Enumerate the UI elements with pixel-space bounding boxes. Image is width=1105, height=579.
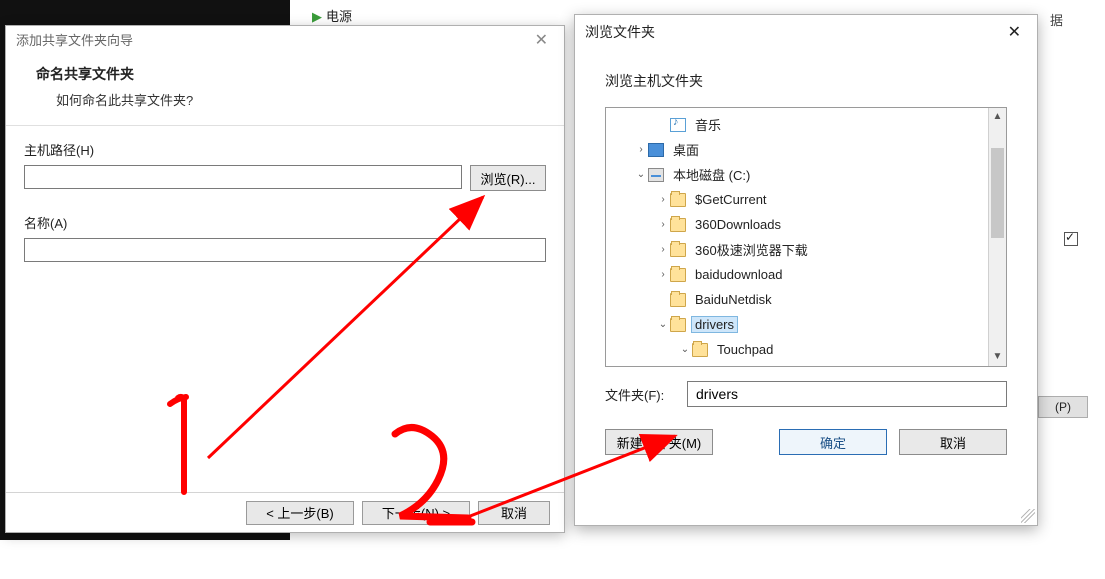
chevron-right-icon[interactable]: › bbox=[656, 269, 670, 280]
disk-icon bbox=[648, 168, 664, 182]
wizard-close-button[interactable]: ✕ bbox=[529, 26, 554, 56]
browse-button-row: 新建文件夹(M) 确定 取消 bbox=[575, 417, 1037, 455]
scroll-down-arrow-icon[interactable]: ▼ bbox=[989, 348, 1006, 366]
background-text-fragment: 据 bbox=[1050, 10, 1063, 29]
browse-subtitle: 浏览主机文件夹 bbox=[575, 49, 1037, 107]
wizard-footer: < 上一步(B) 下一步(N) > 取消 bbox=[6, 492, 564, 532]
host-path-input[interactable] bbox=[24, 165, 462, 189]
chevron-down-icon[interactable]: ⌄ bbox=[656, 319, 670, 330]
browse-button[interactable]: 浏览(R)... bbox=[470, 165, 546, 191]
folder-tree[interactable]: 音乐 › 桌面 ⌄ 本地磁盘 (C:) › $GetCurrent › 360Downloads… bbox=[606, 108, 988, 366]
tree-node--[interactable]: › 桌面 bbox=[606, 137, 988, 162]
chevron-right-icon[interactable]: › bbox=[634, 144, 648, 155]
obscured-checkbox[interactable] bbox=[1064, 232, 1078, 246]
tree-node-label: 360Downloads bbox=[691, 217, 785, 232]
tree-node-baidunetdisk[interactable]: BaiduNetdisk bbox=[606, 287, 988, 312]
folder-field-label: 文件夹(F): bbox=[605, 385, 677, 404]
browse-titlebar: 浏览文件夹 ✕ bbox=[575, 15, 1037, 49]
browse-cancel-button[interactable]: 取消 bbox=[899, 429, 1007, 455]
background-power-item: ▶ 电源 bbox=[312, 6, 352, 25]
tree-node-label: $GetCurrent bbox=[691, 192, 771, 207]
wizard-header: 命名共享文件夹 如何命名此共享文件夹? bbox=[6, 56, 564, 126]
scroll-thumb[interactable] bbox=[991, 148, 1004, 238]
wizard-window-title: 添加共享文件夹向导 bbox=[16, 26, 133, 56]
folder-tree-container: 音乐 › 桌面 ⌄ 本地磁盘 (C:) › $GetCurrent › 360Downloads… bbox=[605, 107, 1007, 367]
folder-icon bbox=[670, 218, 686, 232]
tree-node--getcurrent[interactable]: › $GetCurrent bbox=[606, 187, 988, 212]
name-label: 名称(A) bbox=[24, 213, 546, 232]
tree-node-label: baidudownload bbox=[691, 267, 786, 282]
tree-node-label: 音乐 bbox=[691, 115, 725, 134]
wizard-cancel-button[interactable]: 取消 bbox=[478, 501, 550, 525]
folder-icon bbox=[670, 243, 686, 257]
new-folder-button[interactable]: 新建文件夹(M) bbox=[605, 429, 713, 455]
wizard-body: 主机路径(H) 浏览(R)... 名称(A) bbox=[6, 126, 564, 298]
tree-node-label: 桌面 bbox=[669, 140, 703, 159]
tree-node-360downloads[interactable]: › 360Downloads bbox=[606, 212, 988, 237]
music-icon bbox=[670, 118, 686, 132]
tree-node--c-[interactable]: ⌄ 本地磁盘 (C:) bbox=[606, 162, 988, 187]
chevron-down-icon[interactable]: ⌄ bbox=[678, 344, 692, 355]
tree-node--[interactable]: 音乐 bbox=[606, 112, 988, 137]
wizard-subheading: 如何命名此共享文件夹? bbox=[36, 90, 534, 109]
folder-icon bbox=[670, 268, 686, 282]
wizard-heading: 命名共享文件夹 bbox=[36, 64, 534, 84]
tree-node-drivers[interactable]: ⌄ drivers bbox=[606, 312, 988, 337]
folder-icon bbox=[670, 293, 686, 307]
folder-icon bbox=[670, 318, 686, 332]
chevron-right-icon[interactable]: › bbox=[656, 219, 670, 230]
ok-button[interactable]: 确定 bbox=[779, 429, 887, 455]
browse-window-title: 浏览文件夹 bbox=[585, 22, 655, 42]
host-path-label: 主机路径(H) bbox=[24, 140, 546, 159]
back-button[interactable]: < 上一步(B) bbox=[246, 501, 354, 525]
obscured-p-button[interactable]: (P) bbox=[1038, 396, 1088, 418]
tree-node-label: 360极速浏览器下载 bbox=[691, 240, 812, 259]
folder-icon bbox=[692, 343, 708, 357]
resize-grip-icon[interactable] bbox=[1021, 509, 1035, 523]
browse-folder-dialog: 浏览文件夹 ✕ 浏览主机文件夹 音乐 › 桌面 ⌄ 本地磁盘 (C:) › $GetCurr… bbox=[574, 14, 1038, 526]
tree-node-label: drivers bbox=[691, 316, 738, 333]
power-label: 电源 bbox=[326, 9, 352, 24]
chevron-right-icon[interactable]: › bbox=[656, 244, 670, 255]
desktop-icon bbox=[648, 143, 664, 157]
tree-node-label: BaiduNetdisk bbox=[691, 292, 776, 307]
play-icon: ▶ bbox=[312, 9, 322, 24]
browse-close-button[interactable]: ✕ bbox=[1002, 22, 1027, 42]
folder-name-input[interactable] bbox=[687, 381, 1007, 407]
name-input[interactable] bbox=[24, 238, 546, 262]
add-shared-folder-wizard-dialog: 添加共享文件夹向导 ✕ 命名共享文件夹 如何命名此共享文件夹? 主机路径(H) … bbox=[5, 25, 565, 533]
folder-name-row: 文件夹(F): bbox=[575, 367, 1037, 417]
tree-node-label: Touchpad bbox=[713, 342, 777, 357]
tree-node-label: 本地磁盘 (C:) bbox=[669, 165, 754, 184]
next-button[interactable]: 下一步(N) > bbox=[362, 501, 470, 525]
chevron-right-icon[interactable]: › bbox=[656, 194, 670, 205]
tree-node-touchpad[interactable]: ⌄ Touchpad bbox=[606, 337, 988, 362]
scroll-up-arrow-icon[interactable]: ▲ bbox=[989, 108, 1006, 126]
folder-icon bbox=[670, 193, 686, 207]
tree-node-360-[interactable]: › 360极速浏览器下载 bbox=[606, 237, 988, 262]
tree-node-baidudownload[interactable]: › baidudownload bbox=[606, 262, 988, 287]
tree-scrollbar[interactable]: ▲ ▼ bbox=[988, 108, 1006, 366]
chevron-down-icon[interactable]: ⌄ bbox=[634, 169, 648, 180]
wizard-titlebar: 添加共享文件夹向导 ✕ bbox=[6, 26, 564, 56]
